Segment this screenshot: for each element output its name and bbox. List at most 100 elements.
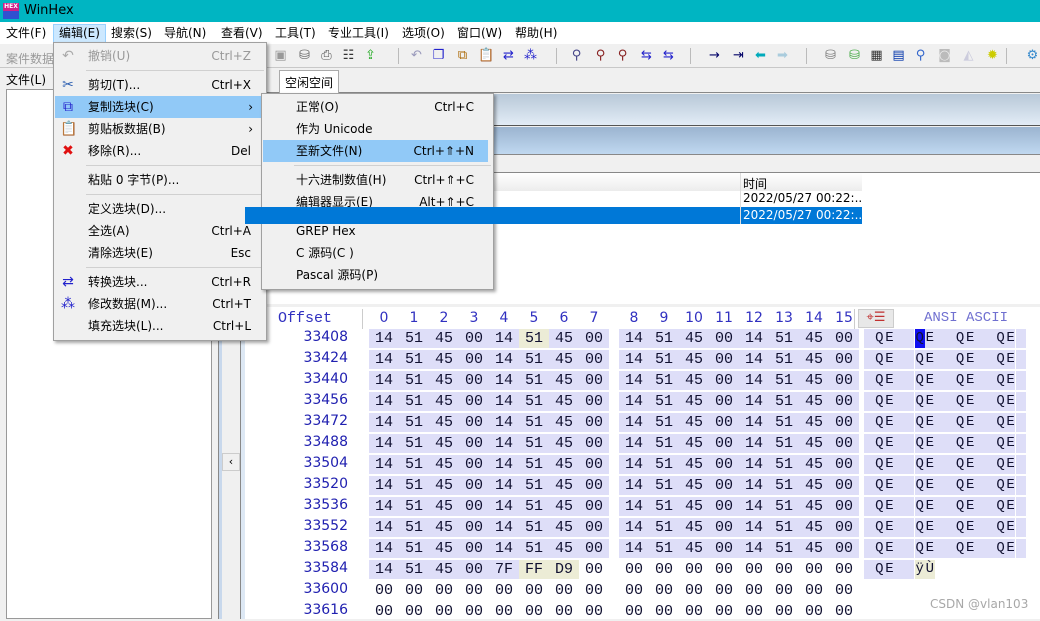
hex-byte[interactable]: 00 — [489, 602, 519, 621]
printer-icon[interactable]: ⎙ — [318, 47, 335, 64]
hex-byte[interactable]: 00 — [489, 581, 519, 600]
tools-icon[interactable]: ⚙ — [1024, 47, 1040, 64]
menu-item-5[interactable]: ✖ 移除(R)... Del — [55, 140, 261, 162]
hex-byte[interactable]: 51 — [519, 329, 549, 348]
replace-text-icon[interactable]: ⇆ — [638, 47, 655, 64]
column-header-time[interactable]: 时间 — [740, 173, 862, 191]
hex-byte[interactable]: 51 — [519, 413, 549, 432]
hex-byte[interactable]: 45 — [549, 413, 579, 432]
hex-byte[interactable]: 14 — [489, 518, 519, 537]
hex-byte[interactable]: 00 — [829, 350, 859, 369]
hex-byte[interactable]: 45 — [679, 329, 709, 348]
find-text-icon[interactable]: ⚲ — [568, 47, 585, 64]
hex-byte[interactable]: 14 — [739, 476, 769, 495]
hex-byte[interactable]: 45 — [429, 539, 459, 558]
hex-byte[interactable]: 51 — [519, 434, 549, 453]
menu-3[interactable]: 导航(N) — [159, 24, 211, 43]
hex-byte[interactable]: 00 — [459, 413, 489, 432]
hex-byte[interactable]: 14 — [369, 413, 399, 432]
hex-byte[interactable]: 14 — [739, 455, 769, 474]
hex-byte[interactable]: 45 — [679, 455, 709, 474]
hex-byte[interactable]: 00 — [459, 518, 489, 537]
hex-byte[interactable]: 00 — [679, 581, 709, 600]
hex-byte[interactable]: 51 — [649, 392, 679, 411]
menu-9[interactable]: 帮助(H) — [510, 24, 562, 43]
hex-byte[interactable]: 45 — [429, 518, 459, 537]
menu-1[interactable]: 编辑(E) — [53, 24, 106, 43]
hex-byte[interactable]: 14 — [739, 350, 769, 369]
ascii-row-text[interactable]: QE QE QE QE — [864, 476, 1027, 495]
hex-byte[interactable]: 14 — [489, 371, 519, 390]
hex-byte[interactable]: 45 — [679, 497, 709, 516]
hex-byte[interactable]: 00 — [459, 329, 489, 348]
hex-byte[interactable]: 51 — [399, 413, 429, 432]
menu-item-11[interactable]: 清除选块(E) Esc — [55, 242, 261, 264]
hex-byte[interactable]: 14 — [369, 560, 399, 579]
ascii-row-text[interactable]: QE QE QE QE — [864, 539, 1027, 558]
hex-byte[interactable]: 45 — [549, 371, 579, 390]
hex-byte[interactable]: 00 — [709, 560, 739, 579]
hex-byte[interactable]: 51 — [769, 350, 799, 369]
hex-byte[interactable]: 00 — [619, 602, 649, 621]
menu-8[interactable]: 窗口(W) — [452, 24, 507, 43]
hex-byte[interactable]: 00 — [679, 602, 709, 621]
hex-byte[interactable]: 14 — [369, 455, 399, 474]
menu-item-14[interactable]: ⁂ 修改数据(M)... Ctrl+T — [55, 293, 261, 315]
hex-byte[interactable]: 51 — [399, 350, 429, 369]
hex-byte[interactable]: D9 — [549, 560, 579, 579]
hex-byte[interactable]: 7F — [489, 560, 519, 579]
hex-byte[interactable]: 51 — [519, 455, 549, 474]
camera-icon[interactable]: ◙ — [936, 47, 953, 64]
ascii-row-text[interactable]: QE QE QE QE — [864, 497, 1027, 516]
hex-byte[interactable]: 00 — [429, 581, 459, 600]
menu-4[interactable]: 查看(V) — [216, 24, 268, 43]
ascii-row-text[interactable]: QE QE QE QE — [864, 350, 1027, 369]
menu-item-3[interactable]: ⧉ 复制选块(C) › — [55, 96, 261, 118]
calculator-icon[interactable]: ▤ — [890, 47, 907, 64]
hex-byte[interactable]: 00 — [579, 539, 609, 558]
paste-icon[interactable]: 📋 — [478, 47, 495, 64]
hex-byte[interactable]: 51 — [769, 413, 799, 432]
hex-byte[interactable]: 00 — [799, 560, 829, 579]
hex-byte[interactable]: 00 — [519, 602, 549, 621]
hex-byte[interactable]: 00 — [829, 581, 859, 600]
hex-byte[interactable]: 00 — [739, 560, 769, 579]
hex-byte[interactable]: 45 — [429, 413, 459, 432]
menu-2[interactable]: 搜索(S) — [106, 24, 157, 43]
menu-7[interactable]: 选项(O) — [397, 24, 450, 43]
hex-byte[interactable]: 00 — [829, 602, 859, 621]
hex-byte[interactable]: 45 — [799, 539, 829, 558]
hex-byte[interactable]: 00 — [829, 497, 859, 516]
hex-byte[interactable]: 14 — [739, 392, 769, 411]
hex-byte[interactable]: 51 — [649, 434, 679, 453]
hex-byte[interactable]: 14 — [369, 350, 399, 369]
gear-icon[interactable]: ✹ — [984, 47, 1001, 64]
hex-byte[interactable]: 00 — [709, 539, 739, 558]
hex-byte[interactable]: 45 — [679, 371, 709, 390]
hex-byte[interactable]: 00 — [459, 350, 489, 369]
convert-icon[interactable]: ⇄ — [500, 47, 517, 64]
hex-byte[interactable]: 00 — [799, 581, 829, 600]
hex-byte[interactable]: 45 — [679, 539, 709, 558]
menu-item-1[interactable]: 作为 Unicode — [263, 118, 488, 140]
hex-byte[interactable]: 14 — [369, 371, 399, 390]
menu-item-0[interactable]: 正常(O) Ctrl+C — [263, 96, 488, 118]
hex-byte[interactable]: 00 — [829, 371, 859, 390]
hex-byte[interactable]: 00 — [429, 602, 459, 621]
hex-byte[interactable]: 45 — [549, 392, 579, 411]
ascii-row-text[interactable]: QE QE QE QE — [864, 392, 1027, 411]
hex-byte[interactable]: 51 — [649, 371, 679, 390]
hex-byte[interactable]: 51 — [649, 518, 679, 537]
hex-byte[interactable]: 51 — [519, 350, 549, 369]
hex-byte[interactable]: 14 — [619, 329, 649, 348]
hex-byte[interactable]: 14 — [369, 518, 399, 537]
hex-byte[interactable]: 51 — [649, 413, 679, 432]
hex-byte[interactable]: 45 — [799, 413, 829, 432]
hex-byte[interactable]: 14 — [619, 455, 649, 474]
hex-byte[interactable]: 14 — [739, 539, 769, 558]
hex-byte[interactable]: 51 — [769, 329, 799, 348]
hex-byte[interactable]: 45 — [799, 518, 829, 537]
hex-byte[interactable]: 00 — [459, 581, 489, 600]
hex-byte[interactable]: 00 — [829, 518, 859, 537]
hex-byte[interactable]: 14 — [489, 392, 519, 411]
